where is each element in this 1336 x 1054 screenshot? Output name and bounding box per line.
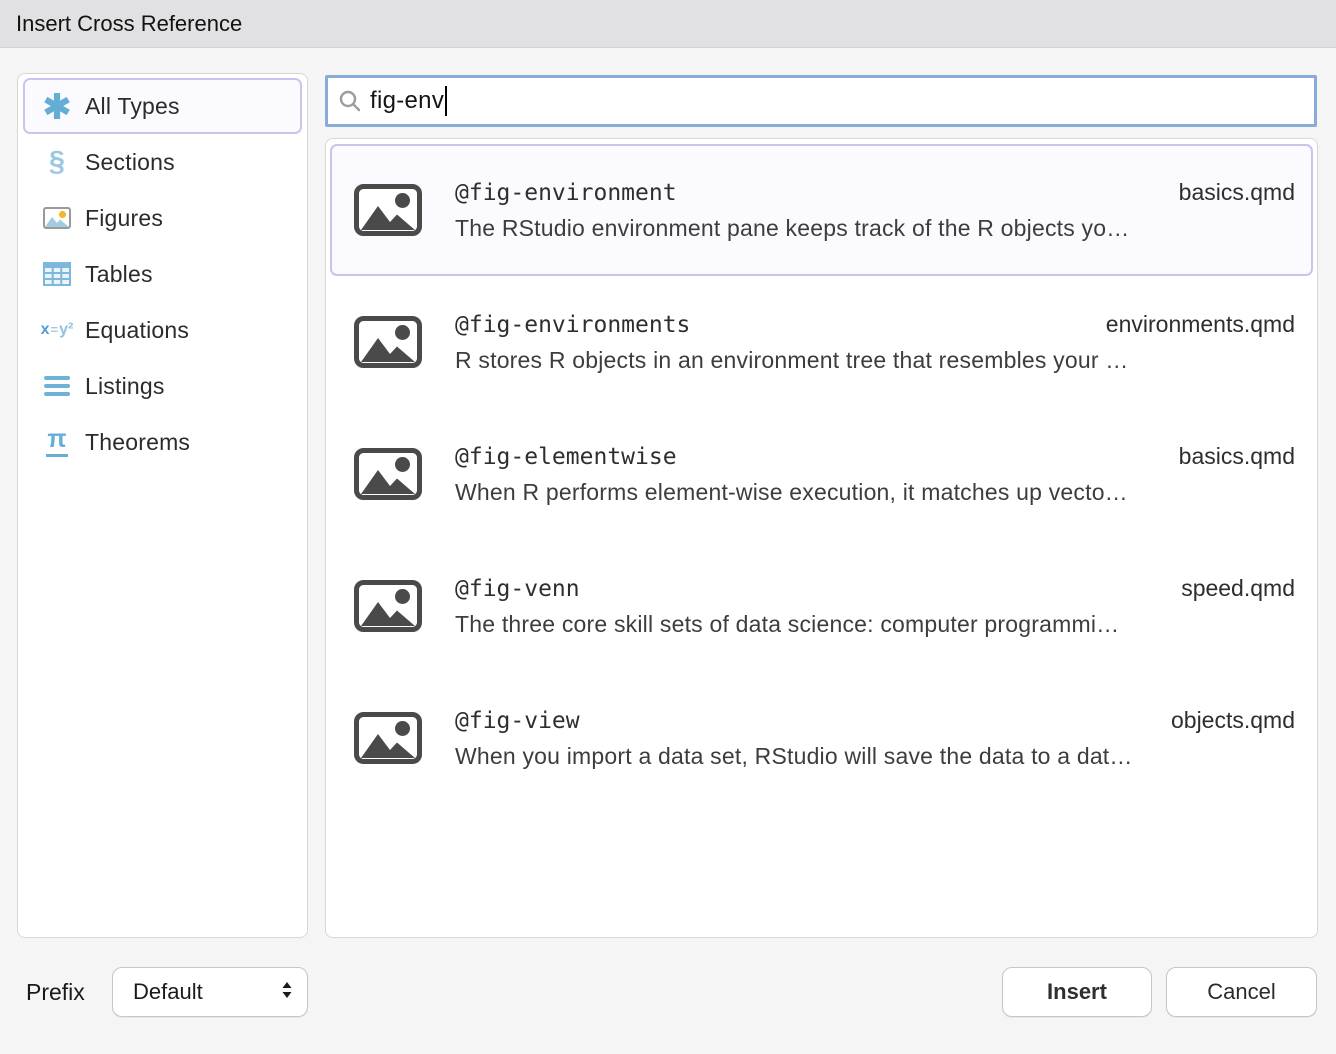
reference-id: @fig-elementwise: [455, 444, 677, 470]
reference-caption: When you import a data set, RStudio will…: [455, 743, 1133, 769]
prefix-label: Prefix: [26, 967, 85, 1017]
source-file: basics.qmd: [1179, 179, 1295, 206]
reference-caption: R stores R objects in an environment tre…: [455, 347, 1129, 373]
result-item[interactable]: @fig-environment basics.qmd The RStudio …: [330, 144, 1313, 276]
reference-caption: When R performs element-wise execution, …: [455, 479, 1128, 505]
cross-reference-results: @fig-environment basics.qmd The RStudio …: [325, 138, 1318, 938]
result-item[interactable]: @fig-view objects.qmd When you import a …: [330, 672, 1313, 804]
search-icon: [338, 89, 362, 113]
select-arrows-icon: [281, 981, 293, 1004]
search-query-text: fig-env: [370, 87, 444, 115]
source-file: speed.qmd: [1181, 575, 1295, 602]
reference-id: @fig-environment: [455, 180, 677, 206]
sidebar-item-label: Equations: [85, 317, 189, 344]
result-item[interactable]: @fig-environments environments.qmd R sto…: [330, 276, 1313, 408]
search-input[interactable]: fig-env: [325, 75, 1317, 127]
sidebar-item-label: Sections: [85, 149, 175, 176]
prefix-selected-value: Default: [133, 979, 281, 1005]
sidebar-item-tables[interactable]: Tables: [23, 246, 302, 302]
source-file: objects.qmd: [1171, 707, 1295, 734]
image-placeholder-icon: [354, 712, 422, 764]
dialog-title: Insert Cross Reference: [16, 0, 242, 47]
image-placeholder-icon: [354, 184, 422, 236]
sidebar-item-all-types[interactable]: All Types: [23, 78, 302, 134]
image-icon: [40, 201, 74, 235]
prefix-select[interactable]: Default: [112, 967, 308, 1017]
cancel-button[interactable]: Cancel: [1166, 967, 1317, 1017]
image-placeholder-icon: [354, 580, 422, 632]
sidebar-item-label: Listings: [85, 373, 165, 400]
reference-caption: The three core skill sets of data scienc…: [455, 611, 1119, 637]
sidebar-item-theorems[interactable]: π Theorems: [23, 414, 302, 470]
image-placeholder-icon: [354, 316, 422, 368]
insert-button[interactable]: Insert: [1002, 967, 1152, 1017]
pi-icon: π: [40, 425, 74, 459]
sidebar-item-label: Tables: [85, 261, 153, 288]
equation-icon: x=y²: [40, 313, 74, 347]
source-file: environments.qmd: [1106, 311, 1295, 338]
sidebar-item-sections[interactable]: § Sections: [23, 134, 302, 190]
sidebar-item-listings[interactable]: Listings: [23, 358, 302, 414]
reference-caption: The RStudio environment pane keeps track…: [455, 215, 1129, 241]
type-sidebar: All Types § Sections Figures Tables x=y²: [17, 73, 308, 938]
dialog-titlebar: Insert Cross Reference: [0, 0, 1336, 48]
sidebar-item-equations[interactable]: x=y² Equations: [23, 302, 302, 358]
reference-id: @fig-environments: [455, 312, 690, 338]
asterisk-icon: [40, 89, 74, 123]
result-item[interactable]: @fig-venn speed.qmd The three core skill…: [330, 540, 1313, 672]
section-mark-icon: §: [40, 145, 74, 179]
sidebar-item-label: Theorems: [85, 429, 190, 456]
sidebar-item-label: All Types: [85, 93, 180, 120]
reference-id: @fig-venn: [455, 576, 580, 602]
result-item[interactable]: @fig-elementwise basics.qmd When R perfo…: [330, 408, 1313, 540]
reference-id: @fig-view: [455, 708, 580, 734]
text-caret: [445, 86, 447, 116]
sidebar-item-label: Figures: [85, 205, 163, 232]
source-file: basics.qmd: [1179, 443, 1295, 470]
image-placeholder-icon: [354, 448, 422, 500]
sidebar-item-figures[interactable]: Figures: [23, 190, 302, 246]
table-grid-icon: [40, 257, 74, 291]
code-lines-icon: [40, 369, 74, 403]
